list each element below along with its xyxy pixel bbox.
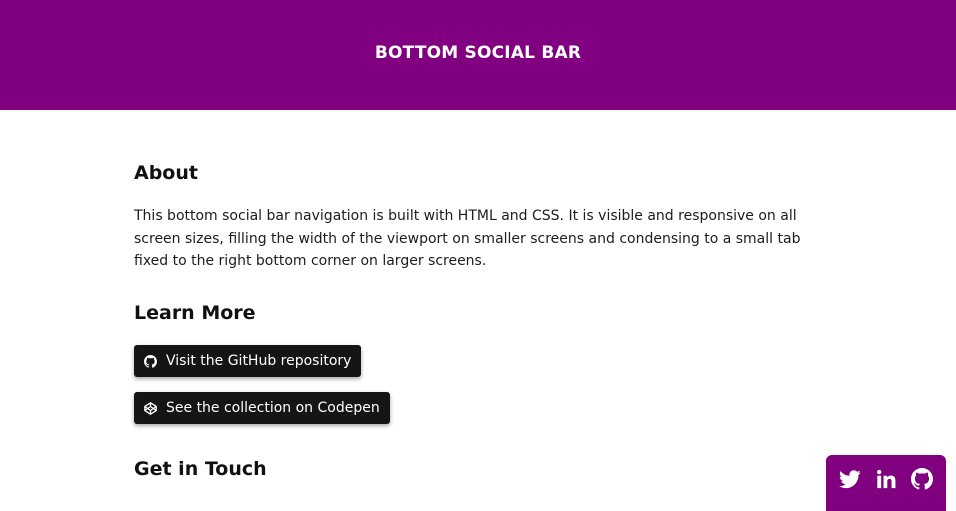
linkedin-link[interactable] — [868, 467, 904, 491]
about-heading: About — [134, 162, 198, 184]
github-icon — [911, 468, 933, 490]
github-button-label: Visit the GitHub repository — [166, 353, 352, 369]
linkedin-icon — [877, 469, 896, 489]
twitter-link[interactable] — [832, 467, 868, 491]
learn-more-heading: Learn More — [134, 302, 256, 324]
codepen-icon — [144, 401, 157, 415]
get-in-touch-heading: Get in Touch — [134, 458, 267, 480]
codepen-button-label: See the collection on Codepen — [166, 400, 380, 416]
github-link[interactable] — [904, 467, 940, 491]
page-header: BOTTOM SOCIAL BAR — [0, 0, 956, 110]
page-title: BOTTOM SOCIAL BAR — [374, 43, 582, 63]
twitter-icon — [839, 470, 861, 489]
codepen-collection-button[interactable]: See the collection on Codepen — [134, 392, 390, 424]
github-repository-button[interactable]: Visit the GitHub repository — [134, 345, 362, 377]
github-icon — [144, 354, 157, 368]
about-text: This bottom social bar navigation is bui… — [134, 208, 801, 269]
